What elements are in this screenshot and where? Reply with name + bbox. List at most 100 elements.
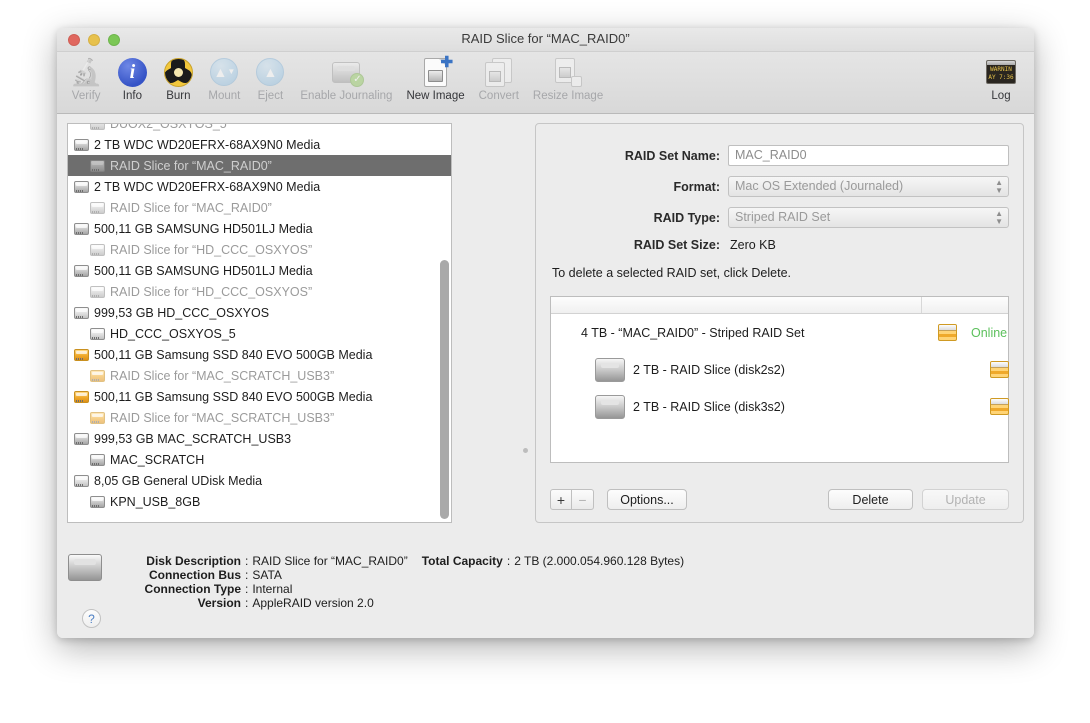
window-title: RAID Slice for “MAC_RAID0” xyxy=(461,31,630,46)
eject-icon: ▲ xyxy=(256,55,285,89)
raid-table-row[interactable]: 4 TB - “MAC_RAID0” - Striped RAID Set Onl… xyxy=(551,314,1008,351)
disk-list-sidebar[interactable]: DUOX2_OSXYOS_5 2 TB WDC WD20EFRX-68AX9N0 … xyxy=(67,123,452,523)
delete-button[interactable]: Delete xyxy=(828,489,913,510)
update-button[interactable]: Update xyxy=(922,489,1009,510)
disk-list-item-label: HD_CCC_OSXYOS_5 xyxy=(110,326,236,341)
disk-list-item[interactable]: 2 TB WDC WD20EFRX-68AX9N0 Media xyxy=(68,176,451,197)
disk-info-row: Connection Bus: SATA xyxy=(116,568,684,582)
disk-info-row: Version: AppleRAID version 2.0 xyxy=(116,596,684,610)
raid-table-row[interactable]: 2 TB - RAID Slice (disk2s2) xyxy=(551,351,1009,388)
disk-list-item[interactable]: RAID Slice for “MAC_SCRATCH_USB3” xyxy=(68,407,451,428)
chevron-updown-icon: ▲ ▼ xyxy=(995,209,1003,226)
disk-list-item-label: RAID Slice for “HD_CCC_OSXYOS” xyxy=(110,284,313,299)
disk-list-item[interactable]: 500,11 GB SAMSUNG HD501LJ Media xyxy=(68,260,451,281)
raid-stripe-icon xyxy=(990,361,1009,378)
disk-list-item[interactable]: 500,11 GB Samsung SSD 840 EVO 500GB Medi… xyxy=(68,386,451,407)
disk-list-item[interactable]: RAID Slice for “HD_CCC_OSXYOS” xyxy=(68,281,451,302)
raid-row-title: 2 TB - RAID Slice (disk2s2) xyxy=(633,362,785,377)
disk-icon xyxy=(74,264,89,277)
disk-info-row: Disk Description: RAID Slice for “MAC_RAI… xyxy=(116,554,684,568)
toolbar-label-convert: Convert xyxy=(478,90,519,102)
split-divider-handle[interactable] xyxy=(523,448,528,453)
disk-list-item-label: KPN_USB_8GB xyxy=(110,494,201,509)
disk-info-key: Disk Description xyxy=(146,554,241,568)
disk-info-key: Connection Type xyxy=(144,582,241,596)
toolbar-label-new-image: New Image xyxy=(406,90,465,102)
toolbar-label-verify: Verify xyxy=(71,90,101,102)
disk-list-item[interactable]: RAID Slice for “MAC_SCRATCH_USB3” xyxy=(68,365,451,386)
disk-list-item-label: 2 TB WDC WD20EFRX-68AX9N0 Media xyxy=(94,137,321,152)
format-select[interactable]: Mac OS Extended (Journaled) ▲ ▼ xyxy=(728,176,1009,197)
toolbar-label-enable-journaling: Enable Journaling xyxy=(300,90,393,102)
disk-list-item[interactable]: 8,05 GB General UDisk Media xyxy=(68,470,451,491)
disk-icon xyxy=(90,124,105,130)
mount-icon: ▲ ▼ xyxy=(210,55,239,89)
raid-hint-text: To delete a selected RAID set, click Del… xyxy=(552,266,792,280)
column-divider[interactable] xyxy=(921,297,922,313)
disk-list-item[interactable]: 999,53 GB HD_CCC_OSXYOS xyxy=(68,302,451,323)
raid-row-content: 2 TB - RAID Slice (disk3s2) xyxy=(633,398,1009,415)
disk-list-item[interactable]: 999,53 GB MAC_SCRATCH_USB3 xyxy=(68,428,451,449)
toolbar-button-burn[interactable]: Burn xyxy=(155,52,201,102)
raid-stripe-icon xyxy=(990,398,1009,415)
raid-set-size-value: Zero KB xyxy=(730,238,776,252)
external-disk-icon xyxy=(90,369,105,382)
raid-set-name-input[interactable]: MAC_RAID0 xyxy=(728,145,1009,166)
disk-list-item[interactable]: KPN_USB_8GB xyxy=(68,491,451,512)
remove-raid-set-button[interactable]: − xyxy=(572,489,594,510)
toolbar-button-info[interactable]: i Info xyxy=(109,52,155,102)
toolbar-button-verify[interactable]: 🔬 Verify xyxy=(63,52,109,102)
toolbar-button-new-image[interactable]: ✚ New Image xyxy=(399,52,471,103)
disk-list-item-label: RAID Slice for “HD_CCC_OSXYOS” xyxy=(110,242,313,257)
disk-list-item[interactable]: 500,11 GB Samsung SSD 840 EVO 500GB Medi… xyxy=(68,344,451,365)
toolbar-button-eject[interactable]: ▲ Eject xyxy=(247,52,293,102)
raid-type-select[interactable]: Striped RAID Set ▲ ▼ xyxy=(728,207,1009,228)
toolbar-label-resize-image: Resize Image xyxy=(532,90,604,102)
disk-icon xyxy=(90,453,105,466)
raid-stripe-icon xyxy=(938,324,957,341)
disk-list-item-label: 500,11 GB Samsung SSD 840 EVO 500GB Medi… xyxy=(94,389,373,404)
disk-icon xyxy=(595,357,625,382)
add-raid-set-button[interactable]: + xyxy=(550,489,572,510)
toolbar-button-resize-image[interactable]: Resize Image xyxy=(526,52,610,102)
disk-list-item-label: RAID Slice for “MAC_RAID0” xyxy=(110,200,272,215)
toolbar-button-convert[interactable]: Convert xyxy=(472,52,526,102)
disk-icon xyxy=(90,285,105,298)
journaling-disk-icon: ✓ xyxy=(332,55,365,89)
raid-set-name-label: RAID Set Name: xyxy=(624,148,720,163)
sidebar-scrollbar[interactable] xyxy=(440,260,449,519)
disk-list-item[interactable]: HD_CCC_OSXYOS_5 xyxy=(68,323,451,344)
raid-members-table[interactable]: 4 TB - “MAC_RAID0” - Striped RAID Set Onl… xyxy=(550,296,1009,463)
disk-info-value: AppleRAID version 2.0 xyxy=(252,596,374,610)
chevron-updown-icon: ▲ ▼ xyxy=(995,178,1003,195)
raid-table-body: 4 TB - “MAC_RAID0” - Striped RAID Set Onl… xyxy=(551,314,1009,425)
disk-list-item-label: 500,11 GB SAMSUNG HD501LJ Media xyxy=(94,263,313,278)
raid-table-row[interactable]: 2 TB - RAID Slice (disk3s2) xyxy=(551,388,1009,425)
disk-list-item[interactable]: 2 TB WDC WD20EFRX-68AX9N0 Media xyxy=(68,134,451,155)
resize-image-icon xyxy=(554,55,582,89)
help-button[interactable]: ? xyxy=(82,609,101,628)
disk-list-item[interactable]: RAID Slice for “MAC_RAID0” xyxy=(68,155,451,176)
disk-list-item[interactable]: DUOX2_OSXYOS_5 xyxy=(68,124,451,134)
disk-utility-window: RAID Slice for “MAC_RAID0” 🔬 Verify i In… xyxy=(57,28,1034,638)
toolbar-button-mount[interactable]: ▲ ▼ Mount xyxy=(201,52,247,102)
sidebar-scrollbar-thumb[interactable] xyxy=(440,260,449,519)
new-image-icon: ✚ xyxy=(424,55,453,89)
disk-list-item[interactable]: RAID Slice for “MAC_RAID0” xyxy=(68,197,451,218)
raid-type-label: RAID Type: xyxy=(653,210,720,225)
raid-set-size-row: RAID Set Size: Zero KB xyxy=(550,238,1009,252)
external-disk-icon xyxy=(74,390,89,403)
disk-icon xyxy=(74,180,89,193)
format-select-value: Mac OS Extended (Journaled) xyxy=(735,179,904,193)
raid-row-content: 4 TB - “MAC_RAID0” - Striped RAID Set Onl… xyxy=(581,324,1008,341)
disk-list-item-label: 999,53 GB HD_CCC_OSXYOS xyxy=(94,305,270,320)
toolbar-button-enable-journaling[interactable]: ✓ Enable Journaling xyxy=(293,52,399,102)
toolbar-button-log[interactable]: WARNIN AY 7:36 Log xyxy=(978,52,1024,102)
volume-icon xyxy=(74,306,89,319)
disk-info-separator: : xyxy=(506,554,511,568)
titlebar: RAID Slice for “MAC_RAID0” xyxy=(57,28,1034,52)
disk-list-item[interactable]: MAC_SCRATCH xyxy=(68,449,451,470)
disk-list-item[interactable]: 500,11 GB SAMSUNG HD501LJ Media xyxy=(68,218,451,239)
options-button[interactable]: Options... xyxy=(607,489,687,510)
disk-list-item[interactable]: RAID Slice for “HD_CCC_OSXYOS” xyxy=(68,239,451,260)
